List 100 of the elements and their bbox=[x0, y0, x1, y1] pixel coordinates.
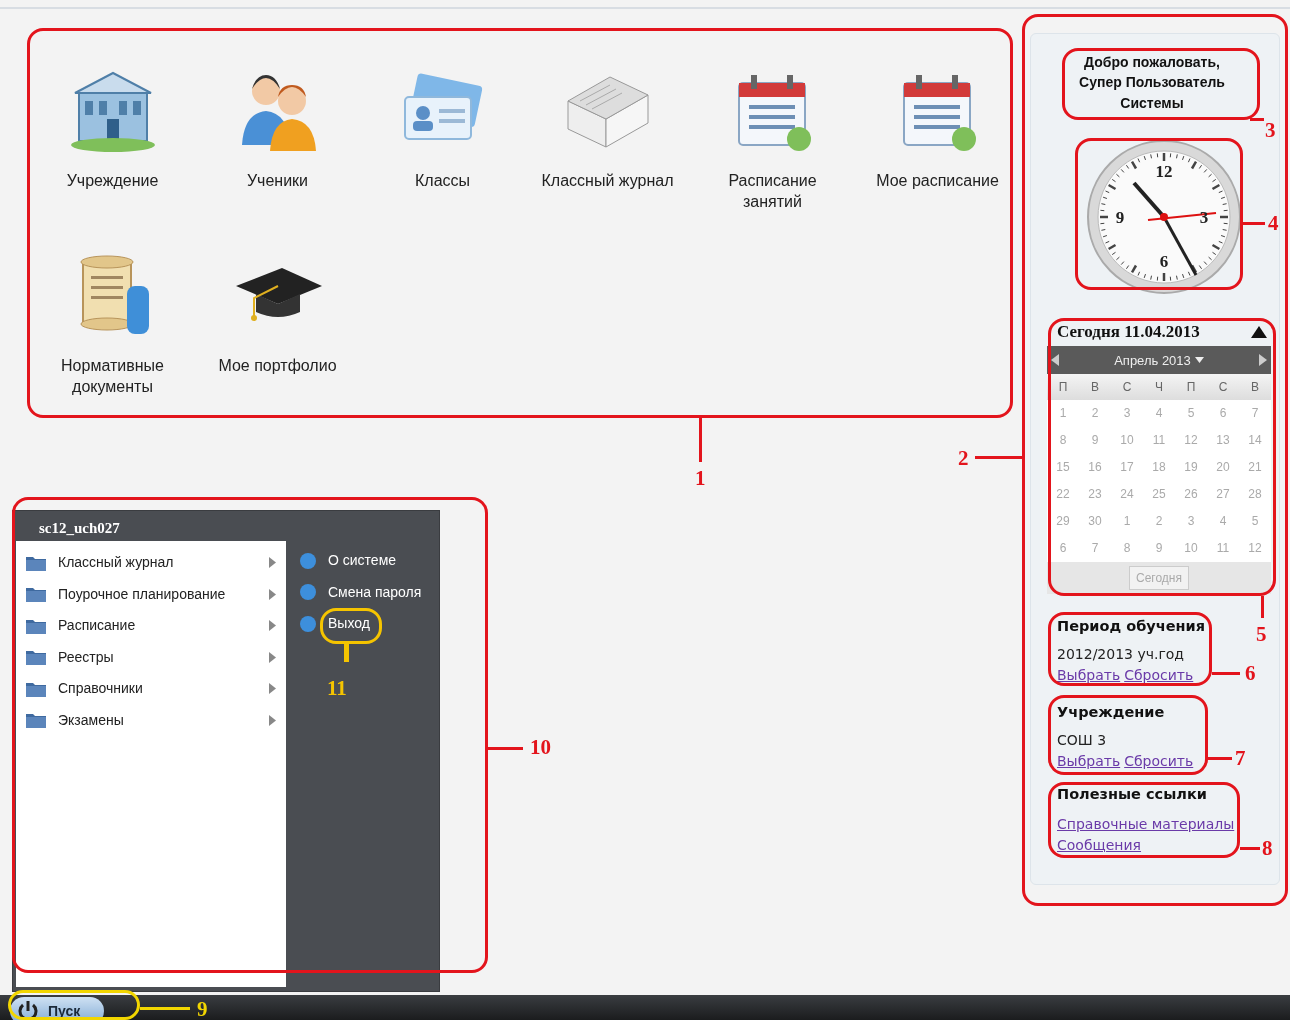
weekday-label: В bbox=[1090, 379, 1100, 397]
desktop-shortcut[interactable]: Классы bbox=[360, 33, 525, 218]
caret-icon bbox=[1194, 357, 1204, 364]
callout-number: 2 bbox=[958, 448, 969, 469]
calendar-day[interactable]: 11 bbox=[1152, 427, 1166, 455]
submenu-arrow-icon bbox=[269, 620, 276, 632]
callout-number: 11 bbox=[327, 678, 347, 699]
leader-line bbox=[699, 418, 702, 462]
callout-number: 3 bbox=[1265, 120, 1276, 141]
calendar-day[interactable]: 17 bbox=[1120, 454, 1134, 482]
calendar-day[interactable]: 19 bbox=[1184, 454, 1198, 482]
month-selector[interactable]: Апрель 2013 bbox=[1114, 350, 1204, 371]
calendar-day[interactable]: 2 bbox=[1155, 508, 1163, 536]
calendar-day[interactable]: 14 bbox=[1248, 427, 1262, 455]
desktop-shortcut[interactable]: Учреждение bbox=[30, 33, 195, 218]
calendar-day[interactable]: 11 bbox=[1216, 535, 1230, 563]
calendar-day[interactable]: 3 bbox=[1123, 400, 1131, 428]
calendar-day[interactable]: 18 bbox=[1152, 454, 1166, 482]
calendar-day[interactable]: 25 bbox=[1152, 481, 1166, 509]
calendar-day[interactable]: 6 bbox=[1059, 535, 1067, 563]
calendar-day[interactable]: 12 bbox=[1248, 535, 1262, 563]
clock-numeral: 6 bbox=[1159, 251, 1169, 271]
weekday-label: С bbox=[1121, 379, 1133, 397]
desktop-shortcut[interactable]: Мое портфолио bbox=[195, 218, 360, 403]
weekday-label: Ч bbox=[1154, 379, 1164, 397]
callout-number: 7 bbox=[1235, 748, 1246, 769]
calendar-day[interactable]: 10 bbox=[1184, 535, 1198, 563]
calendar-day[interactable]: 28 bbox=[1248, 481, 1262, 509]
submenu-arrow-icon bbox=[269, 683, 276, 695]
menu-item[interactable]: Классный журнал bbox=[16, 547, 286, 579]
link[interactable]: Сообщения bbox=[1057, 834, 1235, 856]
callout-number: 10 bbox=[530, 737, 551, 758]
calendar-day[interactable]: 22 bbox=[1056, 481, 1070, 509]
menu-item[interactable]: Справочники bbox=[16, 673, 286, 705]
leader-line bbox=[488, 747, 523, 750]
submenu-arrow-icon bbox=[269, 651, 276, 663]
folder-icon bbox=[26, 712, 46, 729]
folder-icon bbox=[26, 617, 46, 634]
menu-item[interactable]: О системе bbox=[286, 545, 422, 577]
calendar-day[interactable]: 9 bbox=[1155, 535, 1163, 563]
calendar-day[interactable]: 1 bbox=[1059, 400, 1067, 428]
menu-item[interactable]: Поурочное планирование bbox=[16, 578, 286, 610]
calendar-day[interactable]: 12 bbox=[1184, 427, 1198, 455]
leader-line bbox=[1261, 596, 1264, 618]
desktop-shortcut[interactable]: Классный журнал bbox=[525, 33, 690, 218]
calendar-day[interactable]: 24 bbox=[1120, 481, 1134, 509]
previous-icon[interactable] bbox=[1051, 354, 1059, 367]
calendar-day[interactable]: 5 bbox=[1251, 508, 1259, 536]
calendar-day[interactable]: 8 bbox=[1123, 535, 1131, 563]
clock-numeral: 9 bbox=[1115, 207, 1125, 227]
calendar-day[interactable]: 5 bbox=[1187, 400, 1195, 428]
submenu-arrow-icon bbox=[269, 714, 276, 726]
calendar-day[interactable]: 7 bbox=[1251, 400, 1259, 428]
calendar-day[interactable]: 21 bbox=[1248, 454, 1262, 482]
calendar-day[interactable]: 2 bbox=[1091, 400, 1099, 428]
calendar-day[interactable]: 29 bbox=[1056, 508, 1070, 536]
callout-number: 9 bbox=[197, 999, 208, 1020]
link[interactable]: Выбрать bbox=[1057, 665, 1121, 687]
weekday-label: П bbox=[1185, 379, 1197, 397]
leader-line bbox=[1212, 672, 1240, 675]
calendar-day[interactable]: 27 bbox=[1216, 481, 1230, 509]
calendar-day[interactable]: 13 bbox=[1216, 427, 1230, 455]
link[interactable]: Выбрать bbox=[1057, 750, 1121, 772]
menu-item[interactable]: Реестры bbox=[16, 641, 286, 673]
desktop-shortcut[interactable]: Нормативные документы bbox=[30, 218, 195, 403]
calendar-day[interactable]: 20 bbox=[1216, 454, 1230, 482]
calendar-day[interactable]: 7 bbox=[1091, 535, 1099, 563]
calendar-day[interactable]: 10 bbox=[1120, 427, 1134, 455]
collapse-icon[interactable] bbox=[1251, 325, 1267, 338]
desktop-shortcut[interactable]: Ученики bbox=[195, 33, 360, 218]
calendar-day[interactable]: 16 bbox=[1088, 454, 1102, 482]
desktop-shortcut[interactable]: Мое расписание bbox=[855, 33, 1020, 218]
calendar-day[interactable]: 30 bbox=[1088, 508, 1102, 536]
calendar-day[interactable]: 15 bbox=[1056, 454, 1070, 482]
menu-item[interactable]: Экзамены bbox=[16, 704, 286, 736]
link[interactable]: Сбросить bbox=[1124, 750, 1194, 772]
menu-item[interactable]: Выход bbox=[286, 608, 422, 640]
desktop-shortcut[interactable]: Расписание занятий bbox=[690, 33, 855, 218]
calendar-day[interactable]: 6 bbox=[1219, 400, 1227, 428]
link[interactable]: Сбросить bbox=[1124, 665, 1194, 687]
calendar-day[interactable]: 1 bbox=[1123, 508, 1131, 536]
today-button[interactable]: Сегодня bbox=[1129, 566, 1189, 591]
link[interactable]: Справочные материалы bbox=[1057, 813, 1235, 835]
menu-item[interactable]: Расписание bbox=[16, 610, 286, 642]
calendar-day[interactable]: 3 bbox=[1187, 508, 1195, 536]
calendar-day[interactable]: 8 bbox=[1059, 427, 1067, 455]
next-icon[interactable] bbox=[1259, 354, 1267, 367]
calendar-day[interactable]: 4 bbox=[1219, 508, 1227, 536]
calendar-day[interactable]: 4 bbox=[1155, 400, 1163, 428]
callout-number: 6 bbox=[1245, 663, 1256, 684]
calendar-day[interactable]: 23 bbox=[1088, 481, 1102, 509]
callout-number: 1 bbox=[695, 468, 706, 489]
welcome-text: Добро пожаловать, Супер Пользователь Системы bbox=[1078, 53, 1226, 113]
callout-number: 8 bbox=[1262, 838, 1273, 859]
calendar-day[interactable]: 26 bbox=[1184, 481, 1198, 509]
calendar-day[interactable]: 9 bbox=[1091, 427, 1099, 455]
callout-number: 5 bbox=[1256, 624, 1267, 645]
dot-icon bbox=[300, 584, 316, 601]
menu-item[interactable]: Смена пароля bbox=[286, 576, 422, 608]
power-icon bbox=[16, 999, 40, 1020]
